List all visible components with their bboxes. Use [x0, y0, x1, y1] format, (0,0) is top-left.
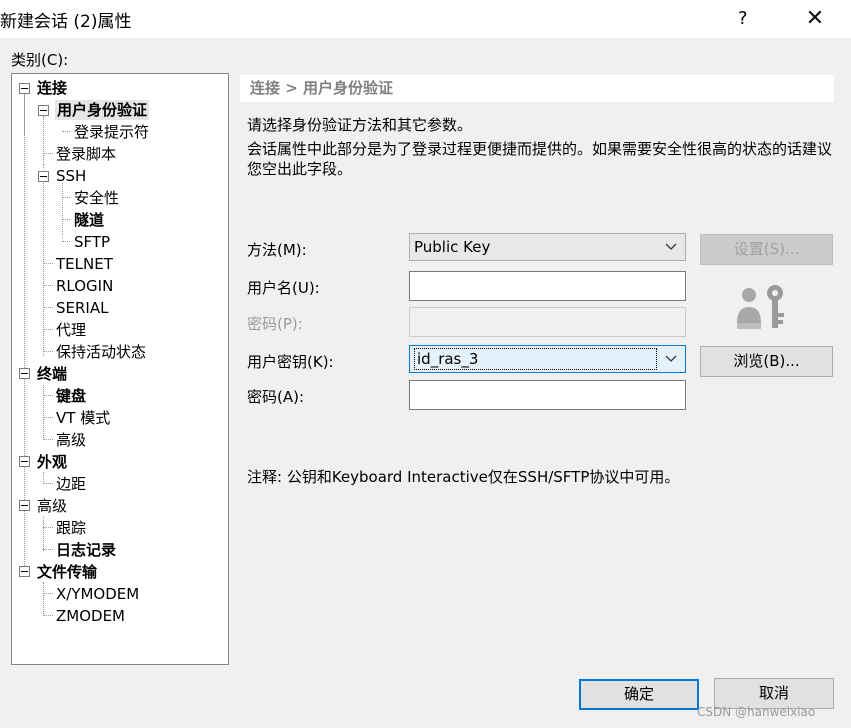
- method-label: 方法(M):: [247, 241, 307, 259]
- panel-security-note: 会话属性中此部分是为了登录过程更便捷而提供的。如果需要安全性很高的状态的话建议您…: [247, 140, 833, 178]
- tree-item-advanced[interactable]: 高级: [37, 496, 67, 516]
- tree-collapse-icon[interactable]: [19, 500, 30, 511]
- passphrase-label: 密码(A):: [247, 388, 305, 406]
- tree-item-telnet[interactable]: TELNET: [56, 254, 113, 274]
- tree-collapse-icon[interactable]: [38, 171, 49, 182]
- tree-item-tunneling[interactable]: 隧道: [74, 210, 104, 230]
- tree-collapse-icon[interactable]: [19, 83, 30, 94]
- ok-button[interactable]: 确定: [579, 679, 699, 710]
- protocol-note: 注释: 公钥和Keyboard Interactive仅在SSH/SFTP协议中…: [247, 468, 680, 486]
- tree-item-terminal[interactable]: 终端: [37, 364, 67, 384]
- help-icon[interactable]: ?: [738, 8, 748, 29]
- tree-item-ssh[interactable]: SSH: [56, 166, 86, 186]
- tree-item-xymodem[interactable]: X/YMODEM: [56, 584, 139, 604]
- window-title: 新建会话 (2)属性: [0, 12, 132, 32]
- panel-header: 连接 > 用户身份验证: [240, 75, 834, 102]
- tree-item-serial[interactable]: SERIAL: [56, 298, 108, 318]
- tree-item-security[interactable]: 安全性: [74, 188, 119, 208]
- tree-collapse-icon[interactable]: [19, 368, 30, 379]
- tree-item-trace[interactable]: 跟踪: [56, 518, 86, 538]
- password-label: 密码(P):: [247, 315, 303, 333]
- chevron-down-icon[interactable]: [665, 346, 677, 381]
- category-label: 类别(C):: [11, 51, 69, 69]
- user-key-icon: [737, 283, 787, 331]
- tree-item-logging[interactable]: 日志记录: [56, 540, 116, 560]
- user-key-value: id_ras_3: [414, 348, 657, 370]
- tree-item-file-transfer[interactable]: 文件传输: [37, 562, 97, 582]
- tree-item-vt-modes[interactable]: VT 模式: [56, 408, 110, 428]
- panel-description: 请选择身份验证方法和其它参数。: [247, 116, 473, 134]
- passphrase-input[interactable]: [409, 380, 686, 410]
- browse-button[interactable]: 浏览(B)...: [700, 346, 833, 377]
- tree-item-sftp[interactable]: SFTP: [74, 232, 110, 252]
- tree-collapse-icon[interactable]: [19, 566, 30, 577]
- tree-item-appearance[interactable]: 外观: [37, 452, 67, 472]
- chevron-down-icon[interactable]: [665, 234, 677, 269]
- tree-item-login-scripts[interactable]: 登录脚本: [56, 144, 116, 164]
- tree-item-rlogin[interactable]: RLOGIN: [56, 276, 113, 296]
- user-key-select[interactable]: id_ras_3: [409, 345, 686, 373]
- method-value: Public Key: [414, 238, 491, 256]
- tree-item-terminal-advanced[interactable]: 高级: [56, 430, 86, 450]
- watermark: CSDN @hanweixiao: [697, 705, 816, 719]
- tree-item-login-prompts[interactable]: 登录提示符: [74, 122, 149, 142]
- tree-collapse-icon[interactable]: [38, 105, 49, 116]
- tree-item-keep-alive[interactable]: 保持活动状态: [56, 342, 146, 362]
- tree-collapse-icon[interactable]: [19, 456, 30, 467]
- title-bar: 新建会话 (2)属性 ? ✕: [0, 0, 851, 38]
- tree-item-zmodem[interactable]: ZMODEM: [56, 606, 125, 626]
- tree-item-connection[interactable]: 连接: [37, 78, 67, 98]
- username-input[interactable]: [409, 271, 686, 301]
- settings-button[interactable]: 设置(S)...: [700, 234, 833, 265]
- category-tree[interactable]: 连接 用户身份验证 登录提示符 登录脚本 SSH 安全性 隧道 SFTP TEL…: [11, 73, 229, 665]
- close-icon[interactable]: ✕: [800, 4, 830, 34]
- username-label: 用户名(U):: [247, 279, 320, 297]
- password-input[interactable]: [409, 307, 686, 337]
- tree-item-user-auth[interactable]: 用户身份验证: [55, 100, 150, 120]
- tree-item-margins[interactable]: 边距: [56, 474, 86, 494]
- user-key-label: 用户密钥(K):: [247, 353, 334, 371]
- tree-item-keyboard[interactable]: 键盘: [56, 386, 86, 406]
- tree-item-proxy[interactable]: 代理: [56, 320, 86, 340]
- method-select[interactable]: Public Key: [409, 233, 686, 261]
